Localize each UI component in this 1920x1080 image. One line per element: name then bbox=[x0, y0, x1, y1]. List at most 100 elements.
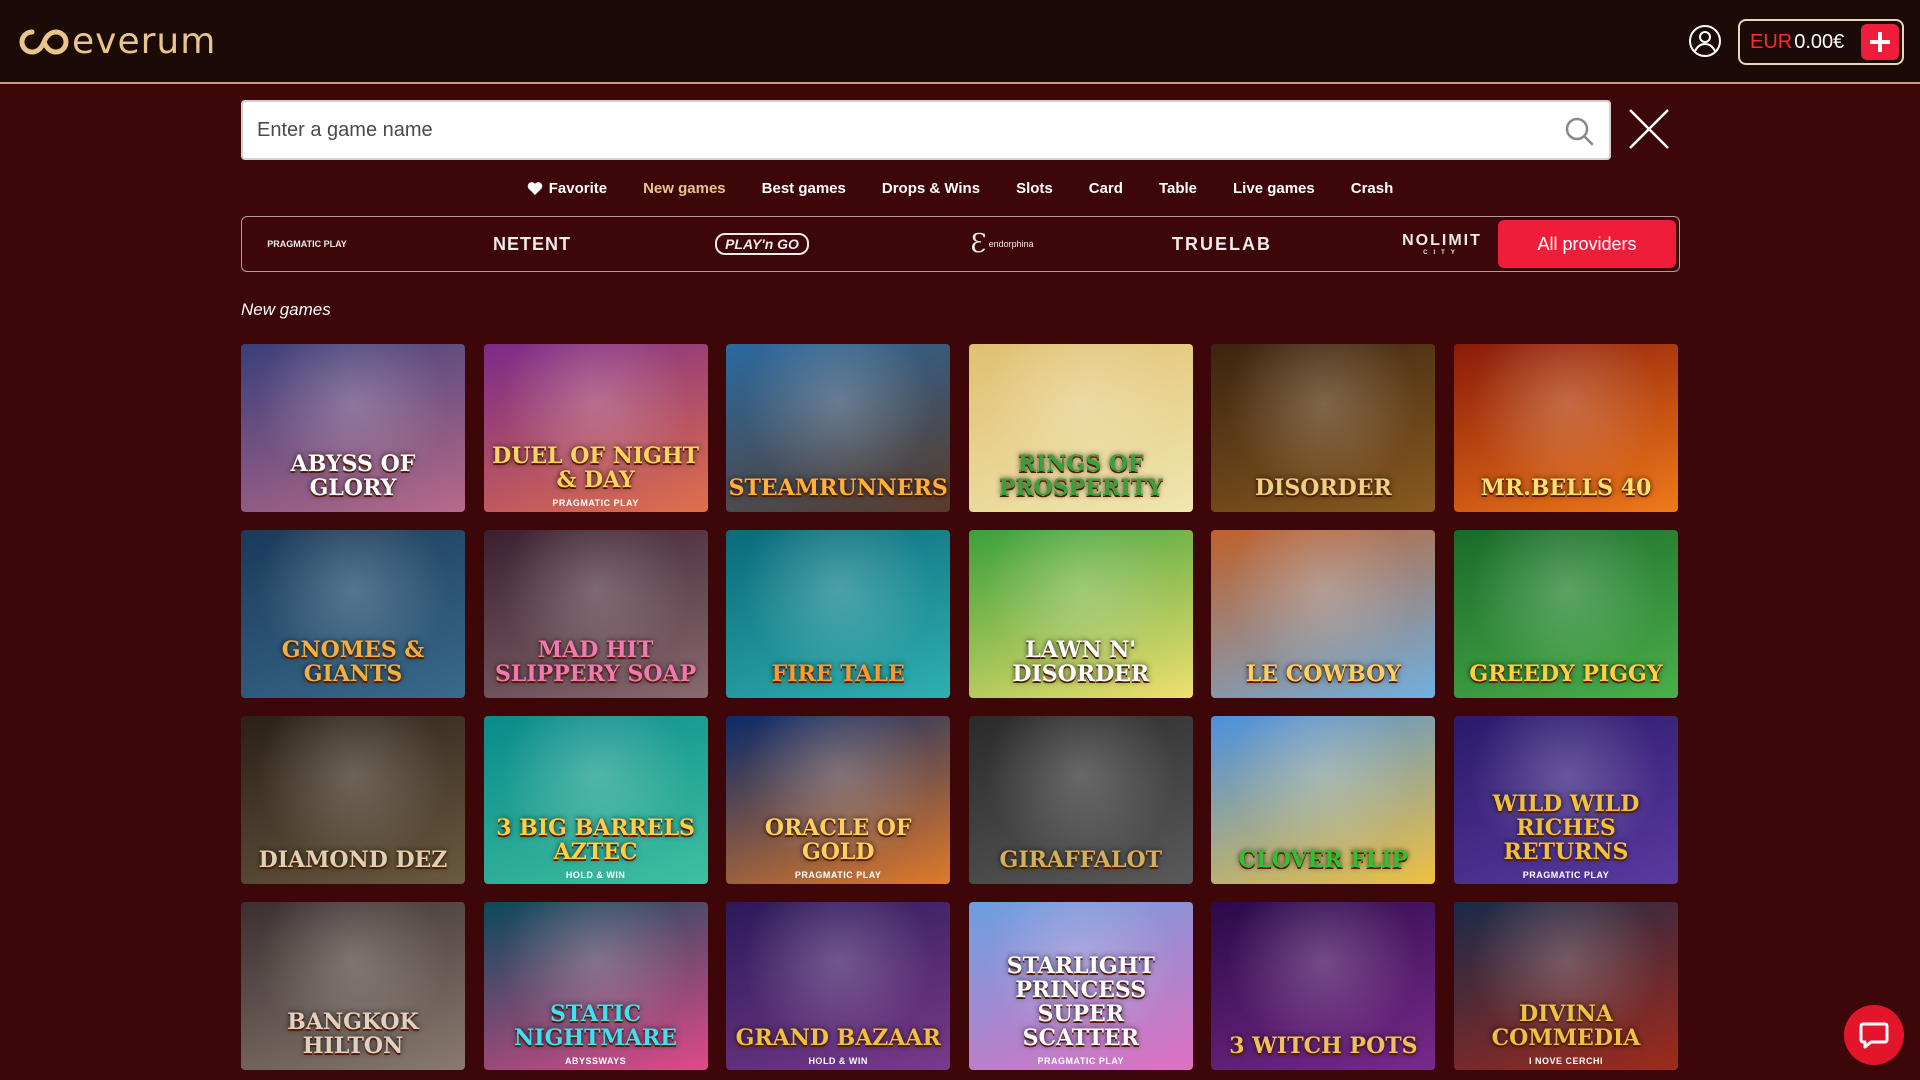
game-title: Steamrunners bbox=[728, 475, 948, 501]
game-title: Greedy Piggy bbox=[1469, 661, 1663, 687]
endorphina-e-icon: Ɛ bbox=[970, 229, 987, 259]
provider-endorphina-label: endorphina bbox=[988, 239, 1034, 249]
search-input[interactable] bbox=[257, 102, 1537, 158]
category-tabs: Favorite New games Best games Drops & Wins S… bbox=[0, 176, 1920, 200]
tab-new-games[interactable]: New games bbox=[625, 180, 744, 197]
game-title: Mr.Bells 40 bbox=[1480, 475, 1652, 501]
game-title: Fire Tale bbox=[771, 661, 905, 687]
all-providers-button[interactable]: All providers bbox=[1498, 220, 1676, 268]
game-tile[interactable]: Fire Tale bbox=[726, 530, 951, 698]
game-tile[interactable]: Duel of Night & Day PRAGMATIC PLAY bbox=[483, 344, 708, 512]
game-title: Starlight Princess Super Scatter bbox=[1006, 953, 1155, 1051]
user-icon bbox=[1689, 25, 1721, 57]
live-chat-button[interactable] bbox=[1844, 1005, 1904, 1065]
provider-netent[interactable]: NETENT bbox=[462, 223, 602, 265]
game-tile[interactable]: Rings of Prosperity bbox=[968, 344, 1193, 512]
provider-netent-label: NETENT bbox=[493, 233, 571, 254]
logo-text: everum bbox=[72, 21, 217, 62]
tab-label: Live games bbox=[1233, 179, 1315, 197]
tab-drops-wins[interactable]: Drops & Wins bbox=[864, 180, 998, 197]
tab-label: Drops & Wins bbox=[881, 179, 981, 197]
game-tile[interactable]: Greedy Piggy bbox=[1453, 530, 1678, 698]
game-tile[interactable]: Steamrunners bbox=[726, 344, 951, 512]
tab-label: Table bbox=[1158, 179, 1198, 197]
tab-slots[interactable]: Slots bbox=[998, 180, 1071, 197]
game-tile[interactable]: Disorder bbox=[1211, 344, 1436, 512]
game-tile[interactable]: Mr.Bells 40 bbox=[1453, 344, 1678, 512]
game-title: Mad Hit Slippery Soap bbox=[495, 637, 697, 687]
tab-card[interactable]: Card bbox=[1071, 180, 1141, 197]
game-title: Abyss of Glory bbox=[290, 451, 416, 501]
game-tile[interactable]: Wild Wild Riches Returns PRAGMATIC PLAY bbox=[1453, 716, 1678, 884]
game-title: Bangkok Hilton bbox=[287, 1009, 419, 1059]
provider-nolimit-sub: CITY bbox=[1423, 250, 1461, 256]
game-tile[interactable]: Divina Commedia I NOVE CERCHI bbox=[1453, 902, 1678, 1070]
game-title: 3 Witch Pots bbox=[1229, 1033, 1418, 1059]
top-header: everum EUR 0.00€ bbox=[0, 0, 1920, 84]
provider-bar: PRAGMATIC PLAY NETENT PLAY'n GO Ɛ endorp… bbox=[241, 216, 1680, 272]
close-search-icon[interactable] bbox=[1628, 108, 1670, 150]
tab-label: Crash bbox=[1350, 179, 1394, 197]
game-provider-badge: PRAGMATIC PLAY bbox=[1037, 1056, 1125, 1066]
tab-label: Best games bbox=[761, 179, 846, 197]
balance-amount: 0.00€ bbox=[1794, 30, 1845, 53]
game-title: Rings of Prosperity bbox=[998, 451, 1163, 501]
game-provider-badge: PRAGMATIC PLAY bbox=[794, 870, 882, 880]
tab-favorite[interactable]: Favorite bbox=[509, 180, 625, 197]
game-provider-badge: HOLD & WIN bbox=[808, 1056, 868, 1066]
user-account-button[interactable] bbox=[1688, 24, 1722, 58]
game-provider-badge: I NOVE CERCHI bbox=[1528, 1056, 1603, 1066]
provider-nolimit-city[interactable]: NOLIMIT CITY bbox=[1372, 223, 1512, 265]
game-title: Lawn n' Disorder bbox=[1012, 637, 1150, 687]
provider-pragmatic-label: PRAGMATIC PLAY bbox=[267, 239, 347, 249]
game-tile[interactable]: Grand Bazaar HOLD & WIN bbox=[726, 902, 951, 1070]
balance-currency: EUR bbox=[1750, 30, 1793, 53]
logo-infinity-icon bbox=[19, 29, 69, 55]
game-title: Clover Flip bbox=[1238, 847, 1409, 873]
game-title: Gnomes & Giants bbox=[281, 637, 425, 687]
game-provider-badge: PRAGMATIC PLAY bbox=[1522, 870, 1610, 880]
game-title: Diamond Dez bbox=[258, 847, 448, 873]
game-tile[interactable]: 3 Big Barrels Aztec HOLD & WIN bbox=[483, 716, 708, 884]
chat-bubble-icon bbox=[1859, 1022, 1889, 1049]
game-tile[interactable]: Static Nightmare ABYSSWAYS bbox=[483, 902, 708, 1070]
tab-table[interactable]: Table bbox=[1141, 180, 1215, 197]
provider-nolimit-label: NOLIMIT bbox=[1402, 232, 1482, 249]
game-tile[interactable]: Clover Flip bbox=[1211, 716, 1436, 884]
tab-label: Favorite bbox=[548, 179, 608, 197]
game-tile[interactable]: Lawn n' Disorder bbox=[968, 530, 1193, 698]
game-tile[interactable]: Giraffalot bbox=[968, 716, 1193, 884]
game-tile[interactable]: 3 Witch Pots bbox=[1211, 902, 1436, 1070]
provider-truelab[interactable]: TRUELAB bbox=[1152, 223, 1292, 265]
game-tile[interactable]: Oracle of Gold PRAGMATIC PLAY bbox=[726, 716, 951, 884]
provider-playngo-label: PLAY'n GO bbox=[715, 233, 809, 255]
tab-live-games[interactable]: Live games bbox=[1215, 180, 1333, 197]
heart-icon bbox=[527, 181, 542, 195]
game-tile[interactable]: Le Cowboy bbox=[1211, 530, 1436, 698]
tab-label: New games bbox=[643, 179, 726, 197]
search-icon[interactable] bbox=[1563, 115, 1595, 147]
tab-best-games[interactable]: Best games bbox=[744, 180, 864, 197]
tab-crash[interactable]: Crash bbox=[1333, 180, 1412, 197]
provider-pragmatic-play[interactable]: PRAGMATIC PLAY bbox=[262, 223, 352, 265]
provider-endorphina[interactable]: Ɛ endorphina bbox=[922, 223, 1082, 265]
game-title: Giraffalot bbox=[999, 847, 1163, 873]
game-grid: Abyss of Glory Duel of Night & Day PRAGMAT… bbox=[241, 344, 1680, 1070]
game-provider-badge: PRAGMATIC PLAY bbox=[552, 498, 639, 508]
tab-label: Slots bbox=[1016, 179, 1053, 197]
game-tile[interactable]: Abyss of Glory bbox=[241, 344, 465, 512]
section-title: New games bbox=[241, 300, 331, 319]
game-tile[interactable]: Mad Hit Slippery Soap bbox=[483, 530, 708, 698]
plus-icon bbox=[1870, 32, 1890, 52]
game-provider-badge: ABYSSWAYS bbox=[565, 1056, 627, 1066]
game-tile[interactable]: Diamond Dez bbox=[241, 716, 465, 884]
balance-display[interactable]: EUR 0.00€ bbox=[1738, 19, 1904, 65]
tab-label: Card bbox=[1088, 179, 1123, 197]
game-tile[interactable]: Gnomes & Giants bbox=[241, 530, 465, 698]
game-tile[interactable]: Bangkok Hilton bbox=[241, 902, 465, 1070]
logo[interactable]: everum bbox=[18, 22, 216, 62]
provider-playngo[interactable]: PLAY'n GO bbox=[692, 223, 832, 265]
game-provider-badge: HOLD & WIN bbox=[565, 870, 626, 880]
deposit-button[interactable] bbox=[1861, 24, 1899, 60]
game-tile[interactable]: Starlight Princess Super Scatter PRAGMATI… bbox=[968, 902, 1193, 1070]
